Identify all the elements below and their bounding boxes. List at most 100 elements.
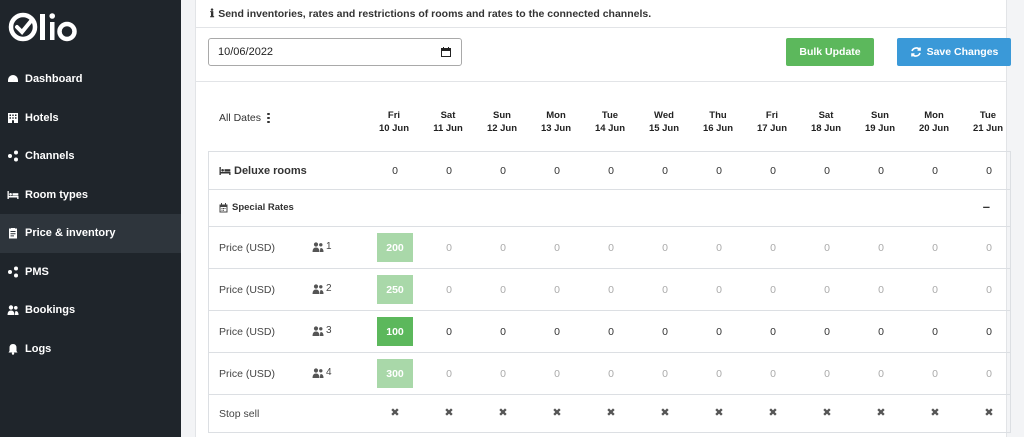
price-cell[interactable]: 0 — [532, 326, 582, 338]
price-cell-selected[interactable]: 300 — [377, 359, 413, 388]
price-cell[interactable]: 0 — [856, 242, 906, 254]
price-cell[interactable]: 0 — [586, 326, 636, 338]
price-cell[interactable]: 0 — [802, 284, 852, 296]
calendar-icon[interactable] — [441, 47, 451, 57]
price-cell[interactable]: 0 — [640, 368, 690, 380]
price-cell[interactable]: 0 — [748, 326, 798, 338]
stop-sell-toggle[interactable]: ✖ — [910, 406, 960, 419]
stop-sell-toggle[interactable]: ✖ — [748, 406, 798, 419]
price-cell[interactable]: 0 — [586, 368, 636, 380]
price-cell[interactable]: 0 — [424, 368, 474, 380]
availability-cell[interactable]: 0 — [640, 165, 690, 177]
stop-sell-toggle[interactable]: ✖ — [694, 406, 744, 419]
sidebar-item-logs[interactable]: Logs — [0, 330, 181, 369]
stop-sell-toggle[interactable]: ✖ — [802, 406, 852, 419]
price-cell[interactable]: 0 — [910, 368, 960, 380]
price-cell[interactable]: 0 — [964, 242, 1014, 254]
collapse-toggle[interactable]: – — [983, 199, 990, 214]
bulk-update-button[interactable]: Bulk Update — [786, 38, 874, 66]
stop-sell-toggle[interactable]: ✖ — [964, 406, 1014, 419]
availability-cell[interactable]: 0 — [370, 165, 420, 177]
price-cell[interactable]: 0 — [640, 326, 690, 338]
price-cell[interactable]: 0 — [424, 326, 474, 338]
price-cell[interactable]: 0 — [532, 242, 582, 254]
availability-cell[interactable]: 0 — [748, 165, 798, 177]
price-cell[interactable]: 0 — [964, 368, 1014, 380]
availability-cell[interactable]: 0 — [532, 165, 582, 177]
availability-cell[interactable]: 0 — [478, 165, 528, 177]
price-cell[interactable]: 0 — [856, 326, 906, 338]
stop-sell-toggle[interactable]: ✖ — [478, 406, 528, 419]
price-cell[interactable]: 0 — [424, 284, 474, 296]
price-cell[interactable]: 0 — [640, 242, 690, 254]
sidebar-item-hotels[interactable]: Hotels — [0, 99, 181, 138]
price-cell[interactable]: 0 — [586, 242, 636, 254]
stop-sell-toggle[interactable]: ✖ — [370, 406, 420, 419]
price-cell[interactable]: 0 — [694, 368, 744, 380]
price-cell[interactable]: 0 — [532, 284, 582, 296]
share-nodes-icon — [7, 266, 19, 278]
save-changes-button[interactable]: Save Changes — [897, 38, 1011, 66]
price-cell[interactable]: 0 — [910, 326, 960, 338]
price-cell[interactable]: 0 — [910, 242, 960, 254]
price-cell[interactable]: 0 — [532, 368, 582, 380]
stop-sell-toggle[interactable]: ✖ — [424, 406, 474, 419]
sidebar-item-bookings[interactable]: Bookings — [0, 291, 181, 330]
availability-cell[interactable]: 0 — [910, 165, 960, 177]
day-header: Fri 17 Jun — [747, 109, 797, 135]
stop-sell-toggle[interactable]: ✖ — [532, 406, 582, 419]
price-cell[interactable]: 0 — [802, 242, 852, 254]
price-cell[interactable]: 0 — [478, 326, 528, 338]
price-cell[interactable]: 0 — [478, 284, 528, 296]
sidebar-item-room-types[interactable]: Room types — [0, 176, 181, 215]
sidebar-item-label: Hotels — [25, 111, 59, 124]
price-cell-selected[interactable]: 250 — [377, 275, 413, 304]
price-cell[interactable]: 0 — [478, 242, 528, 254]
price-label: Price (USD) — [219, 242, 276, 254]
price-cell[interactable]: 0 — [424, 242, 474, 254]
price-cell[interactable]: 0 — [802, 326, 852, 338]
price-cell[interactable]: 0 — [964, 284, 1014, 296]
price-cell[interactable]: 0 — [748, 368, 798, 380]
sidebar-item-channels[interactable]: Channels — [0, 137, 181, 176]
users-icon — [312, 283, 324, 294]
price-cell[interactable]: 0 — [802, 368, 852, 380]
availability-cell[interactable]: 0 — [424, 165, 474, 177]
all-dates-menu[interactable]: All Dates — [219, 112, 270, 124]
price-cell[interactable]: 0 — [478, 368, 528, 380]
price-cell[interactable]: 0 — [586, 284, 636, 296]
availability-cell[interactable]: 0 — [856, 165, 906, 177]
all-dates-label: All Dates — [219, 112, 262, 124]
availability-cell[interactable]: 0 — [964, 165, 1014, 177]
price-cell[interactable]: 0 — [640, 284, 690, 296]
price-cell[interactable]: 0 — [856, 284, 906, 296]
availability-cell[interactable]: 0 — [802, 165, 852, 177]
price-cell[interactable]: 0 — [748, 284, 798, 296]
price-label: Price (USD) — [219, 326, 276, 338]
price-cell[interactable]: 0 — [694, 326, 744, 338]
price-cell[interactable]: 0 — [910, 284, 960, 296]
price-cell[interactable]: 0 — [694, 284, 744, 296]
availability-cell[interactable]: 0 — [586, 165, 636, 177]
price-cell-selected[interactable]: 200 — [377, 233, 413, 262]
price-cell[interactable]: 0 — [964, 326, 1014, 338]
price-cell[interactable]: 0 — [748, 242, 798, 254]
rate-plan-row: Special Rates – — [209, 190, 1010, 227]
sidebar-item-price-inventory[interactable]: Price & inventory — [0, 214, 181, 253]
main-content: ℹ Send inventories, rates and restrictio… — [181, 0, 1024, 437]
stop-sell-toggle[interactable]: ✖ — [856, 406, 906, 419]
price-cell[interactable]: 0 — [856, 368, 906, 380]
sidebar-item-label: Bookings — [25, 304, 76, 317]
room-type-row: Deluxe rooms 0 0 0 0 0 0 0 0 0 0 0 0 — [209, 152, 1010, 190]
sidebar-item-pms[interactable]: PMS — [0, 253, 181, 292]
price-cell-selected[interactable]: 100 — [377, 317, 413, 346]
stop-sell-toggle[interactable]: ✖ — [586, 406, 636, 419]
occupancy-count: 2 — [326, 283, 332, 294]
sidebar-item-dashboard[interactable]: Dashboard — [0, 60, 181, 99]
availability-cell[interactable]: 0 — [694, 165, 744, 177]
date-input[interactable]: 10/06/2022 — [208, 38, 462, 66]
qlo-logo[interactable] — [8, 10, 78, 44]
stop-sell-toggle[interactable]: ✖ — [640, 406, 690, 419]
day-of-week: Mon — [546, 110, 566, 121]
price-cell[interactable]: 0 — [694, 242, 744, 254]
